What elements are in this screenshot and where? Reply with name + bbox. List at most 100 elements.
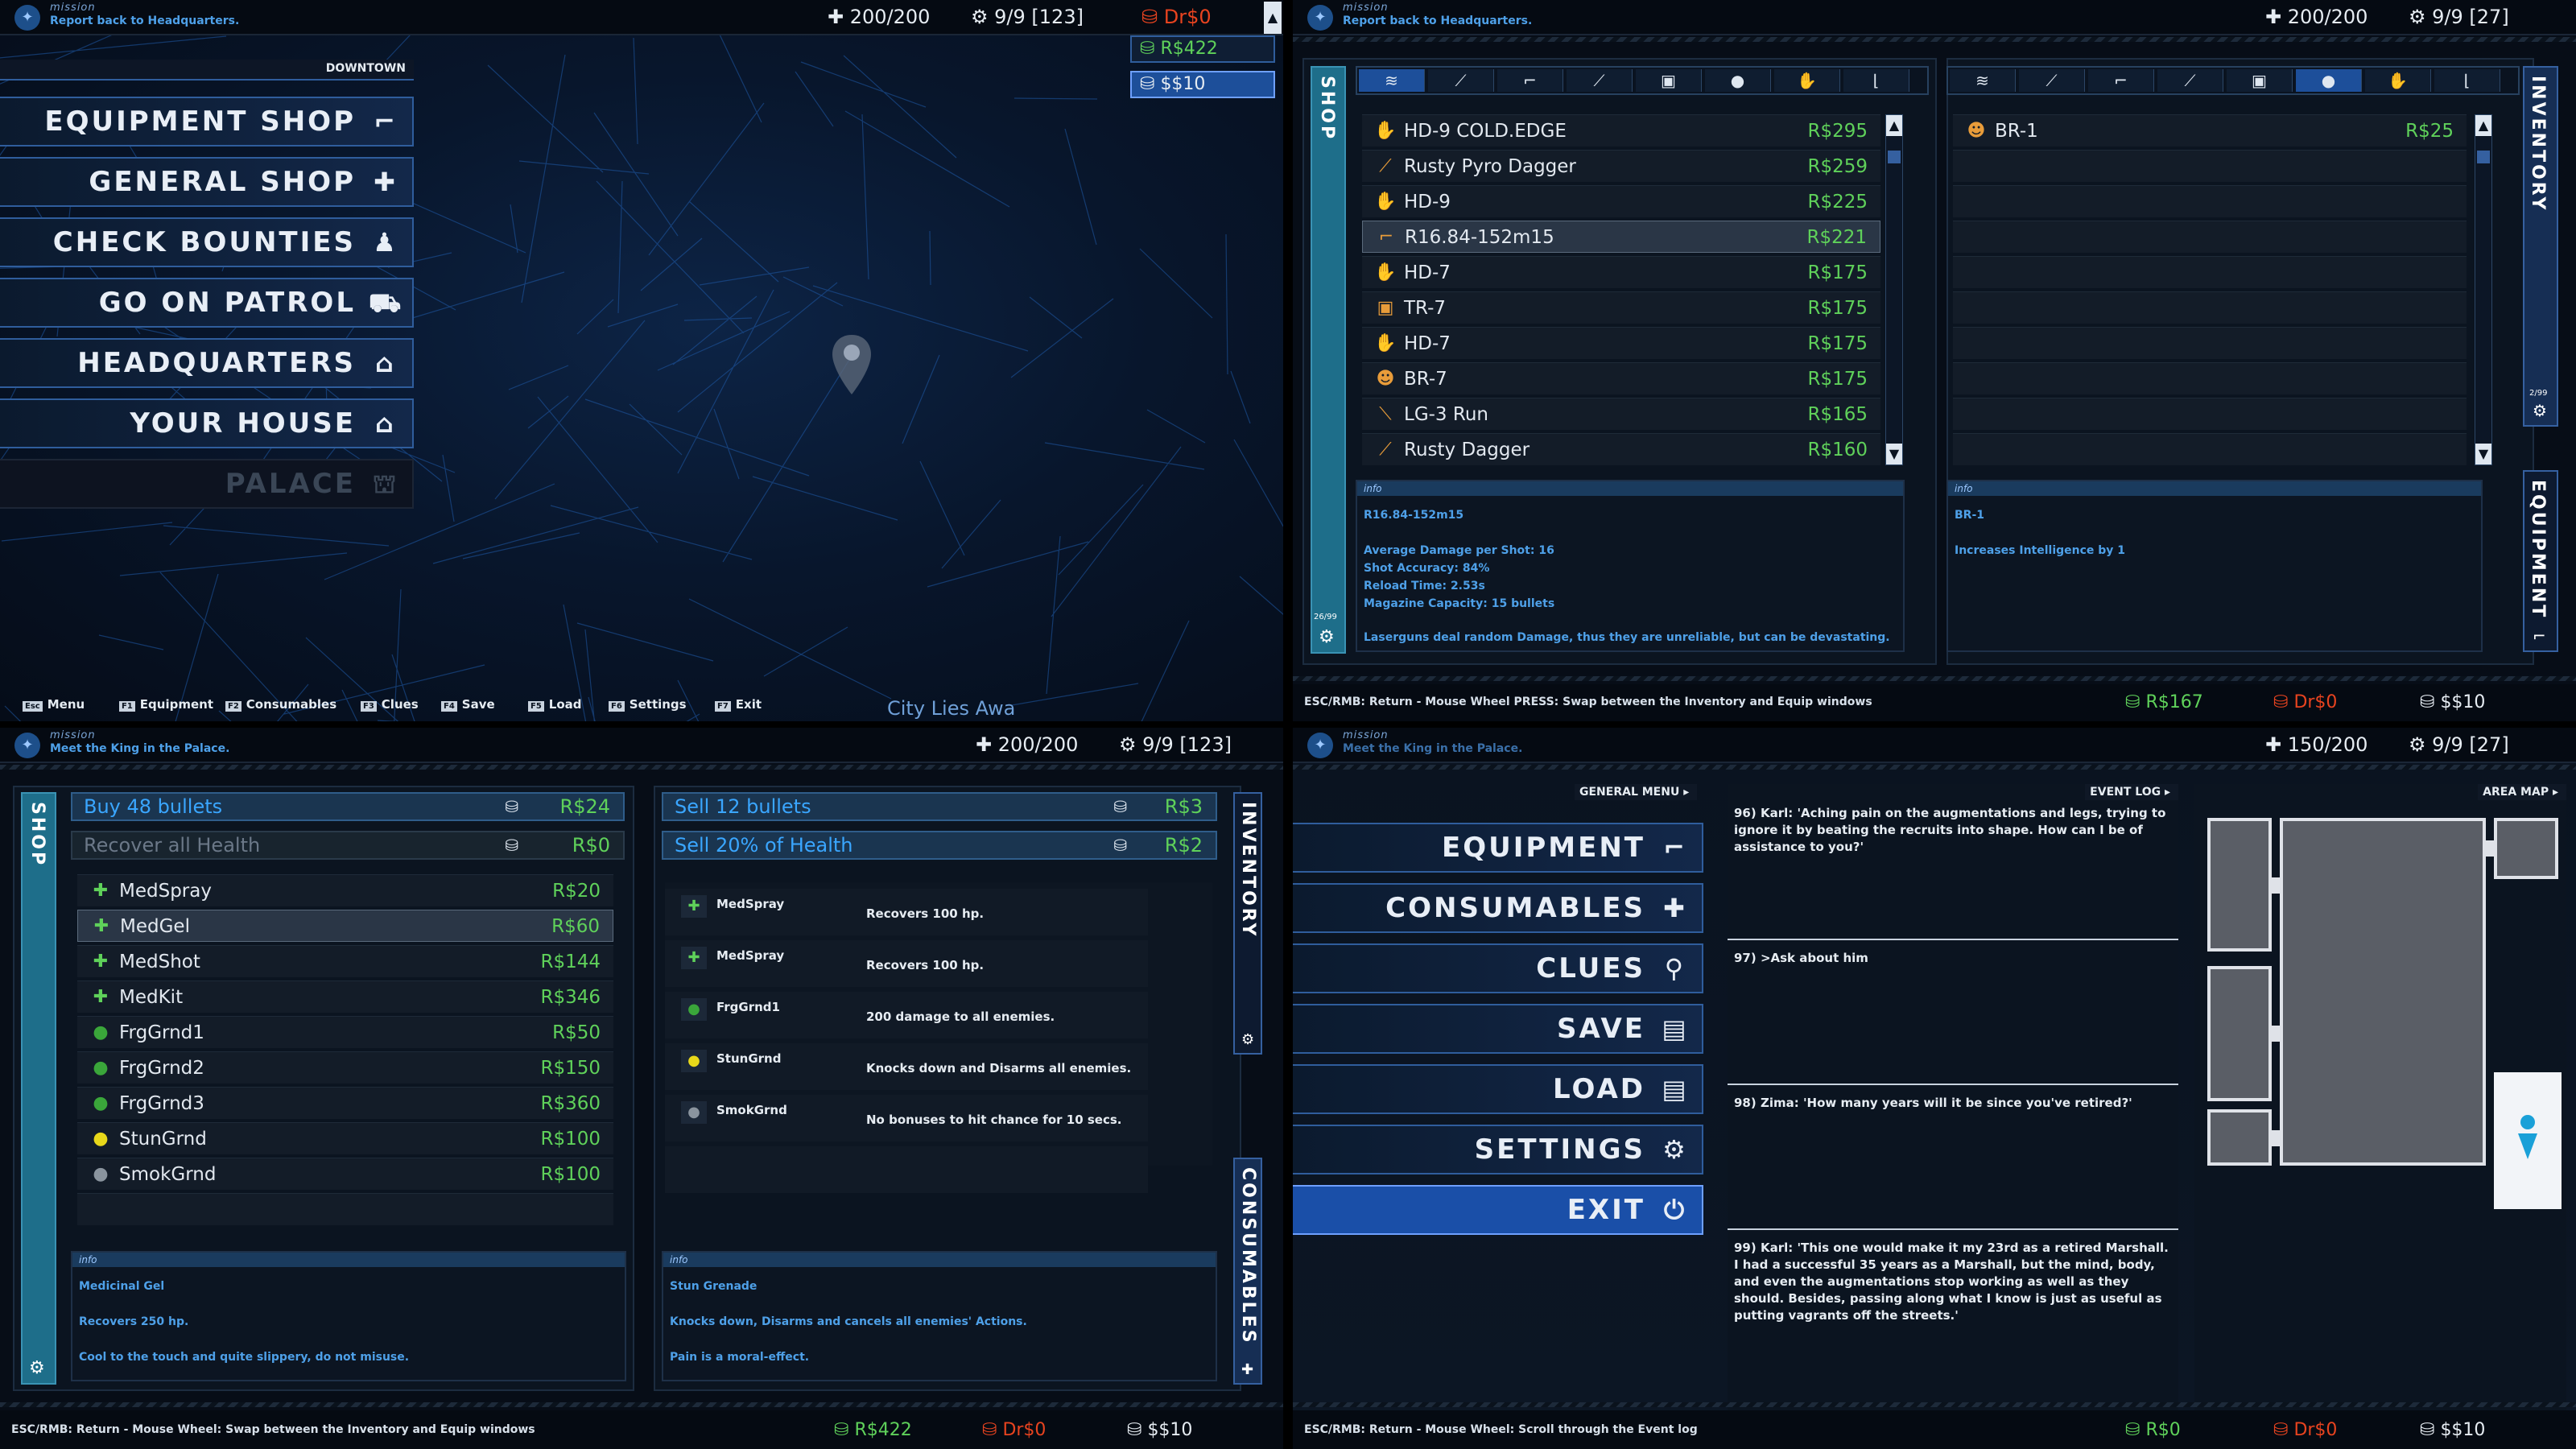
shop-item-row[interactable]: ✚ MedKit R$346 [77, 980, 613, 1013]
empty-slot[interactable] [1953, 150, 2467, 182]
map-room[interactable] [2280, 818, 2486, 1166]
shop-item-row[interactable]: ✋ HD-9 R$225 [1362, 185, 1880, 217]
shop-item-row[interactable]: ● FrgGrnd1 R$50 [77, 1016, 613, 1048]
scroll-down-button[interactable]: ▼ [2475, 444, 2491, 464]
consumable-row[interactable]: ✚ MedSpray Recovers 100 hp. [665, 889, 1148, 935]
menu-button-equipment-shop[interactable]: EQUIPMENT SHOP ⌐ [0, 97, 414, 147]
shop-item-row[interactable]: ✋ HD-7 R$175 [1362, 256, 1880, 288]
menu-button-go-on-patrol[interactable]: GO ON PATROL ⛟ [0, 278, 414, 328]
hotkey-equipment[interactable]: F1 Equipment [119, 697, 213, 712]
menu-button-consumables[interactable]: CONSUMABLES ✚ [1293, 883, 1703, 933]
inv-tab-all[interactable]: ≋ [1950, 69, 2016, 92]
s-wallet[interactable]: ⛁ $$10 [1130, 71, 1275, 98]
sell-bullets-button[interactable]: Sell 12 bullets ⛁ R$3 [662, 792, 1217, 821]
inv-tab-blades[interactable]: ⟋ [2157, 69, 2223, 92]
consumable-row[interactable]: ● FrgGrnd1 200 damage to all enemies. [665, 992, 1148, 1038]
hotkey-save[interactable]: F4 Save [441, 697, 495, 712]
sell-health-button[interactable]: Sell 20% of Health ⛁ R$2 [662, 831, 1217, 860]
shop-item-row[interactable]: ● FrgGrnd2 R$150 [77, 1051, 613, 1084]
wallet-scroll-up[interactable]: ▲ [1264, 2, 1282, 34]
map-room-current[interactable] [2494, 1072, 2562, 1209]
shop-item-row[interactable]: ✚ MedGel R$60 [77, 910, 613, 942]
consumables-side-tab[interactable]: CONSUMABLES ✚ [1233, 1158, 1262, 1385]
tab-blades[interactable]: ⟋ [1567, 69, 1633, 92]
menu-button-clues[interactable]: CLUES ⚲ [1293, 943, 1703, 993]
hotkey-clues[interactable]: F3 Clues [361, 697, 419, 712]
shop-item-row[interactable]: ⟋ Rusty Dagger R$160 [1362, 433, 1880, 465]
hotkey-load[interactable]: F5 Load [528, 697, 582, 712]
shop-item-row[interactable]: ✚ MedShot R$144 [77, 945, 613, 977]
shop-scrollbar[interactable]: ▲ ▼ [1885, 114, 1903, 465]
menu-button-load[interactable]: LOAD ▤ [1293, 1064, 1703, 1114]
empty-slot[interactable] [1953, 398, 2467, 430]
inventory-item-row[interactable]: ☻ BR-1 R$25 [1953, 114, 2467, 147]
tab-head[interactable]: ● [1705, 69, 1771, 92]
shop-item-row[interactable]: ▣ TR-7 R$175 [1362, 291, 1880, 324]
shop-item-row[interactable]: ⌐ R16.84-152m15 R$221 [1362, 221, 1880, 253]
inventory-side-tab[interactable]: INVENTORY ⚙ [1233, 792, 1262, 1055]
menu-button-save[interactable]: SAVE ▤ [1293, 1004, 1703, 1054]
inventory-scrollbar[interactable]: ▲ ▼ [2475, 114, 2492, 465]
menu-button-exit[interactable]: EXIT ⏻ [1293, 1185, 1703, 1235]
map-room[interactable] [2207, 966, 2272, 1101]
tab-guns[interactable]: ⌐ [1497, 69, 1563, 92]
tab-melee[interactable]: ⟋ [1428, 69, 1494, 92]
inv-tab-arms[interactable]: ✋ [2365, 69, 2431, 92]
recover-health-button[interactable]: Recover all Health ⛁ R$0 [71, 831, 625, 860]
scroll-up-button[interactable]: ▲ [1886, 115, 1902, 136]
buy-bullets-button[interactable]: Buy 48 bullets ⛁ R$24 [71, 792, 625, 821]
scroll-down-button[interactable]: ▼ [1886, 444, 1902, 464]
menu-button-settings[interactable]: SETTINGS ⚙ [1293, 1125, 1703, 1174]
shop-item-row[interactable]: ✋ HD-7 R$175 [1362, 327, 1880, 359]
inv-tab-guns[interactable]: ⌐ [2088, 69, 2154, 92]
shop-item-row[interactable]: ☻ BR-7 R$175 [1362, 362, 1880, 394]
shop-item-row[interactable]: ● FrgGrnd3 R$360 [77, 1087, 613, 1119]
inv-tab-torso[interactable]: ▣ [2227, 69, 2293, 92]
shop-item-row[interactable]: ⟋ Rusty Pyro Dagger R$259 [1362, 150, 1880, 182]
map-room[interactable] [2207, 818, 2272, 952]
map-room[interactable] [2207, 1109, 2272, 1166]
scroll-up-button[interactable]: ▲ [2475, 115, 2491, 136]
tab-legs[interactable]: ⌊ [1843, 69, 1909, 92]
menu-button-equipment[interactable]: EQUIPMENT ⌐ [1293, 823, 1703, 873]
scroll-thumb[interactable] [1888, 151, 1901, 163]
shop-item-row[interactable]: ✚ MedSpray R$20 [77, 874, 613, 906]
inv-tab-head[interactable]: ● [2296, 69, 2362, 92]
menu-button-general-shop[interactable]: GENERAL SHOP ✚ [0, 157, 414, 207]
empty-slot[interactable] [1953, 327, 2467, 359]
tab-arms[interactable]: ✋ [1774, 69, 1840, 92]
empty-slot[interactable] [1953, 185, 2467, 217]
hotkey-exit[interactable]: F7 Exit [715, 697, 762, 712]
shop-item-row[interactable]: ● SmokGrnd R$100 [77, 1158, 613, 1190]
empty-slot[interactable] [1953, 433, 2467, 465]
inv-tab-melee[interactable]: ⟋ [2019, 69, 2085, 92]
inv-tab-legs[interactable]: ⌊ [2434, 69, 2500, 92]
s-wallet-value: $$10 [1147, 1420, 1193, 1440]
empty-slot[interactable] [1953, 256, 2467, 288]
inventory-side-tab[interactable]: INVENTORY 2/99 ⚙ [2523, 66, 2558, 427]
tab-torso[interactable]: ▣ [1636, 69, 1702, 92]
consumable-row[interactable]: ● SmokGrnd No bonuses to hit chance for 10… [665, 1095, 1148, 1141]
consumable-row[interactable]: ● StunGrnd Knocks down and Disarms all ene… [665, 1043, 1148, 1090]
tab-all[interactable]: ≋ [1359, 69, 1425, 92]
consumable-row[interactable]: ✚ MedSpray Recovers 100 hp. [665, 940, 1148, 987]
map-room[interactable] [2494, 818, 2558, 879]
empty-slot[interactable] [1953, 362, 2467, 394]
shop-item-row[interactable]: ● StunGrnd R$100 [77, 1122, 613, 1154]
empty-slot[interactable] [1953, 221, 2467, 253]
menu-button-your-house[interactable]: YOUR HOUSE ⌂ [0, 398, 414, 448]
menu-button-headquarters[interactable]: HEADQUARTERS ⌂ [0, 338, 414, 388]
hotkey-settings[interactable]: F6 Settings [609, 697, 687, 712]
menu-button-check-bounties[interactable]: CHECK BOUNTIES ♟ [0, 217, 414, 267]
scroll-thumb[interactable] [2477, 151, 2490, 163]
r-wallet[interactable]: ⛁ R$422 [1130, 35, 1275, 63]
empty-slot[interactable] [77, 1193, 613, 1225]
shop-item-row[interactable]: ✋ HD-9 COLD.EDGE R$295 [1362, 114, 1880, 147]
shop-item-row[interactable]: ⟍ LG-3 Run R$165 [1362, 398, 1880, 430]
hotkey-consumables[interactable]: F2 Consumables [225, 697, 336, 712]
empty-slot[interactable] [1953, 291, 2467, 324]
equipment-side-tab[interactable]: EQUIPMENT ⌐ [2523, 470, 2558, 652]
empty-slot[interactable] [665, 1146, 1148, 1193]
inventory-category-tabs: ≋ ⟋ ⌐ ⟋ ▣ ● ✋ ⌊ [1946, 66, 2520, 95]
hotkey-menu[interactable]: Esc Menu [23, 697, 85, 712]
